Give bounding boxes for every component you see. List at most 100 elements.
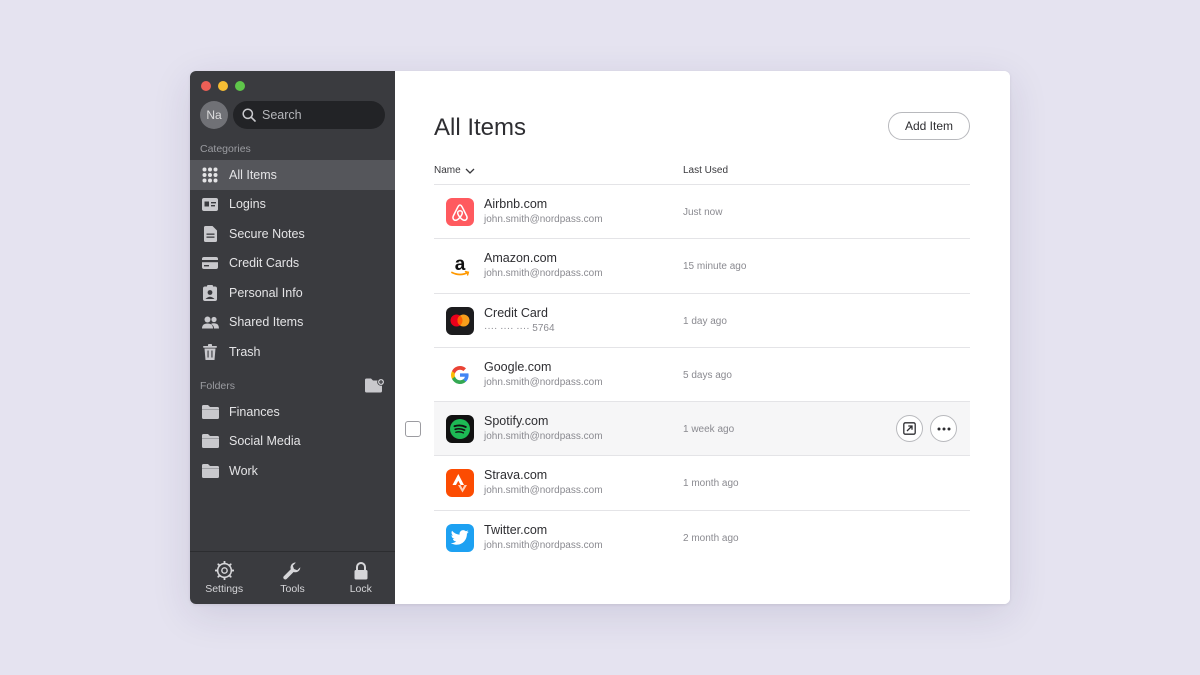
item-title: Spotify.com (484, 414, 549, 429)
sidebar: Na Search Categories All Items Logins Se… (190, 71, 395, 604)
close-window-button[interactable] (201, 81, 211, 91)
categories-label: Categories (200, 143, 251, 155)
list-item[interactable]: Spotify.com john.smith@nordpass.com 1 we… (405, 402, 970, 457)
item-last-used: 1 day ago (683, 315, 727, 327)
wrench-icon (283, 562, 301, 580)
list-item[interactable]: Strava.com john.smith@nordpass.com 1 mon… (434, 456, 970, 511)
list-item[interactable]: Google.com john.smith@nordpass.com 5 day… (434, 348, 970, 403)
sidebar-item-label: All Items (229, 167, 277, 182)
add-folder-icon[interactable] (365, 378, 385, 398)
item-subtitle: ···· ···· ···· 5764 (484, 322, 555, 334)
last-used-column-header[interactable]: Last Used (683, 165, 728, 176)
sidebar-item-label: Credit Cards (229, 256, 300, 271)
maximize-window-button[interactable] (235, 81, 245, 91)
main-panel: All Items Add Item Name Last Used Airbnb… (395, 71, 1010, 604)
item-title: Amazon.com (484, 251, 557, 266)
item-title: Credit Card (484, 305, 548, 320)
lock-button[interactable]: Lock (327, 552, 395, 604)
more-options-button[interactable] (930, 415, 957, 443)
items-list: Airbnb.com john.smith@nordpass.com Just … (405, 185, 970, 565)
app-window: Na Search Categories All Items Logins Se… (190, 71, 1010, 604)
sidebar-item-social-media[interactable]: Social Media (190, 427, 395, 457)
lock-icon (354, 561, 368, 579)
google-icon (446, 360, 474, 389)
item-last-used: 2 month ago (683, 532, 739, 544)
spotify-icon (446, 415, 474, 444)
avatar[interactable]: Na (200, 101, 228, 129)
mastercard-icon (446, 306, 474, 335)
sidebar-item-all-items[interactable]: All Items (190, 160, 395, 190)
sidebar-footer: Settings Tools Lock (190, 551, 395, 604)
tools-button[interactable]: Tools (258, 552, 326, 604)
trash-icon (201, 343, 219, 361)
categories-nav: All Items Logins Secure Notes Credit Car… (190, 160, 395, 367)
grid-icon (201, 166, 219, 184)
sidebar-item-label: Finances (229, 404, 280, 419)
sidebar-item-logins[interactable]: Logins (190, 190, 395, 220)
gear-icon (214, 561, 234, 580)
sidebar-item-label: Work (229, 463, 258, 478)
item-title: Airbnb.com (484, 197, 548, 211)
item-last-used: 1 month ago (683, 478, 739, 490)
amazon-icon: a (446, 252, 474, 281)
credit-card-icon (201, 254, 219, 272)
item-last-used: 15 minute ago (683, 261, 747, 273)
search-input[interactable]: Search (233, 101, 385, 129)
sidebar-item-label: Personal Info (229, 285, 303, 300)
sidebar-item-label: Secure Notes (229, 226, 305, 241)
external-link-icon (903, 422, 916, 436)
list-item[interactable]: a Amazon.com john.smith@nordpass.com 15 … (434, 239, 970, 294)
sidebar-item-work[interactable]: Work (190, 456, 395, 486)
sidebar-item-label: Trash (229, 344, 261, 359)
sidebar-item-label: Shared Items (229, 315, 304, 330)
open-link-button[interactable] (896, 415, 923, 443)
chevron-down-icon (465, 168, 475, 174)
name-column-label: Name (434, 165, 461, 176)
settings-button[interactable]: Settings (190, 552, 258, 604)
sidebar-item-trash[interactable]: Trash (190, 337, 395, 367)
sidebar-item-finances[interactable]: Finances (190, 397, 395, 427)
sidebar-item-personal-info[interactable]: Personal Info (190, 278, 395, 308)
airbnb-icon (446, 198, 474, 226)
list-item[interactable]: Airbnb.com john.smith@nordpass.com Just … (434, 185, 970, 240)
svg-text:a: a (455, 254, 466, 275)
strava-icon (446, 469, 474, 498)
name-column-header[interactable]: Name (434, 165, 475, 176)
item-subtitle: john.smith@nordpass.com (484, 485, 603, 497)
list-item[interactable]: Credit Card ···· ···· ···· 5764 1 day ag… (434, 294, 970, 348)
id-card-icon (201, 195, 219, 213)
item-subtitle: john.smith@nordpass.com (484, 268, 603, 280)
item-subtitle: john.smith@nordpass.com (484, 376, 603, 388)
search-placeholder: Search (262, 108, 302, 122)
last-used-column-label: Last Used (683, 165, 729, 176)
folders-label: Folders (200, 380, 236, 392)
folders-nav: Finances Social Media Work (190, 397, 395, 486)
twitter-icon (446, 523, 474, 552)
sidebar-item-credit-cards[interactable]: Credit Cards (190, 249, 395, 279)
people-icon (201, 313, 219, 331)
item-last-used: 1 week ago (683, 424, 735, 436)
sidebar-item-label: Social Media (229, 434, 301, 449)
item-last-used: Just now (683, 207, 723, 218)
add-item-button[interactable]: Add Item (888, 112, 970, 140)
item-subtitle: john.smith@nordpass.com (484, 214, 603, 225)
item-last-used: 5 days ago (683, 369, 732, 381)
minimize-window-button[interactable] (218, 81, 228, 91)
lock-label: Lock (349, 582, 372, 595)
tools-label: Tools (280, 582, 305, 595)
folder-icon (201, 432, 219, 450)
item-subtitle: john.smith@nordpass.com (484, 431, 603, 443)
page-title: All Items (434, 114, 527, 141)
note-icon (201, 225, 219, 243)
list-item[interactable]: Twitter.com john.smith@nordpass.com 2 mo… (434, 511, 970, 565)
item-subtitle: john.smith@nordpass.com (484, 539, 603, 551)
item-title: Twitter.com (484, 522, 548, 537)
sidebar-item-shared-items[interactable]: Shared Items (190, 308, 395, 338)
folder-icon (201, 403, 219, 421)
sidebar-item-secure-notes[interactable]: Secure Notes (190, 219, 395, 249)
select-checkbox[interactable] (405, 421, 421, 438)
folder-icon (201, 462, 219, 480)
settings-label: Settings (205, 583, 244, 595)
item-title: Google.com (484, 359, 552, 374)
window-controls (201, 81, 245, 91)
